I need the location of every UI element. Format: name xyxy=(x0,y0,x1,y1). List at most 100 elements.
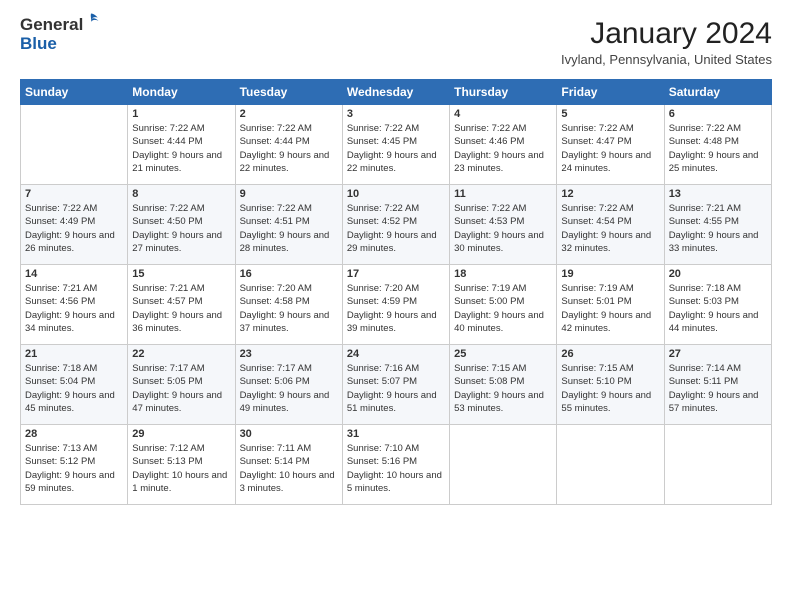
day-number: 3 xyxy=(347,108,445,120)
day-number: 14 xyxy=(25,268,123,280)
calendar-cell-w5-d1: 28Sunrise: 7:13 AMSunset: 5:12 PMDayligh… xyxy=(21,425,128,505)
day-number: 5 xyxy=(561,108,659,120)
day-number: 1 xyxy=(132,108,230,120)
day-info: Sunrise: 7:22 AMSunset: 4:44 PMDaylight:… xyxy=(132,122,230,175)
day-info: Sunrise: 7:19 AMSunset: 5:01 PMDaylight:… xyxy=(561,282,659,335)
day-info: Sunrise: 7:21 AMSunset: 4:56 PMDaylight:… xyxy=(25,282,123,335)
calendar-cell-w3-d7: 20 Sunrise: 7:18 AMSunset: 5:03 PMDayligh… xyxy=(664,265,771,345)
calendar-cell-w1-d4: 3Sunrise: 7:22 AMSunset: 4:45 PMDaylight… xyxy=(342,105,449,185)
day-info: Sunrise: 7:18 AMSunset: 5:03 PMDaylight:… xyxy=(669,282,767,335)
calendar-cell-w2-d4: 10 Sunrise: 7:22 AMSunset: 4:52 PMDayligh… xyxy=(342,185,449,265)
calendar-body: 1 Sunrise: 7:22 AMSunset: 4:44 PMDaylight… xyxy=(21,105,772,505)
calendar-cell-w1-d5: 4 Sunrise: 7:22 AMSunset: 4:46 PMDaylight… xyxy=(450,105,557,185)
day-info: Sunrise: 7:20 AMSunset: 4:59 PMDaylight:… xyxy=(347,282,445,335)
calendar-cell-w3-d6: 19 Sunrise: 7:19 AMSunset: 5:01 PMDayligh… xyxy=(557,265,664,345)
day-number: 16 xyxy=(240,268,338,280)
day-info: Sunrise: 7:16 AMSunset: 5:07 PMDaylight:… xyxy=(347,362,445,415)
day-info: Sunrise: 7:13 AMSunset: 5:12 PMDaylight:… xyxy=(25,442,123,495)
calendar-cell-w3-d3: 16 Sunrise: 7:20 AMSunset: 4:58 PMDayligh… xyxy=(235,265,342,345)
day-info: Sunrise: 7:12 AMSunset: 5:13 PMDaylight:… xyxy=(132,442,230,495)
day-info: Sunrise: 7:15 AMSunset: 5:08 PMDaylight:… xyxy=(454,362,552,415)
day-info: Sunrise: 7:22 AMSunset: 4:46 PMDaylight:… xyxy=(454,122,552,175)
day-info: Sunrise: 7:22 AMSunset: 4:48 PMDaylight:… xyxy=(669,122,767,175)
calendar-cell-w2-d2: 8 Sunrise: 7:22 AMSunset: 4:50 PMDaylight… xyxy=(128,185,235,265)
page-container: General Blue January 2024 Ivyland, Penns… xyxy=(0,0,792,515)
day-number: 9 xyxy=(240,188,338,200)
header-saturday: Saturday xyxy=(664,80,771,105)
calendar-cell-w4-d2: 22 Sunrise: 7:17 AMSunset: 5:05 PMDayligh… xyxy=(128,345,235,425)
day-info: Sunrise: 7:22 AMSunset: 4:47 PMDaylight:… xyxy=(561,122,659,175)
logo-blue: Blue xyxy=(20,34,57,53)
calendar-cell-w1-d1 xyxy=(21,105,128,185)
title-block: January 2024 Ivyland, Pennsylvania, Unit… xyxy=(561,16,772,67)
calendar-cell-w1-d3: 2Sunrise: 7:22 AMSunset: 4:44 PMDaylight… xyxy=(235,105,342,185)
header-sunday: Sunday xyxy=(21,80,128,105)
day-number: 22 xyxy=(132,348,230,360)
day-number: 20 xyxy=(669,268,767,280)
day-info: Sunrise: 7:22 AMSunset: 4:51 PMDaylight:… xyxy=(240,202,338,255)
day-info: Sunrise: 7:17 AMSunset: 5:06 PMDaylight:… xyxy=(240,362,338,415)
day-number: 25 xyxy=(454,348,552,360)
day-number: 4 xyxy=(454,108,552,120)
day-info: Sunrise: 7:22 AMSunset: 4:50 PMDaylight:… xyxy=(132,202,230,255)
month-title: January 2024 xyxy=(561,16,772,52)
calendar-cell-w3-d1: 14 Sunrise: 7:21 AMSunset: 4:56 PMDayligh… xyxy=(21,265,128,345)
day-info: Sunrise: 7:20 AMSunset: 4:58 PMDaylight:… xyxy=(240,282,338,335)
calendar-week-2: 7 Sunrise: 7:22 AMSunset: 4:49 PMDaylight… xyxy=(21,185,772,265)
calendar-cell-w2-d5: 11Sunrise: 7:22 AMSunset: 4:53 PMDayligh… xyxy=(450,185,557,265)
calendar-cell-w3-d5: 18 Sunrise: 7:19 AMSunset: 5:00 PMDayligh… xyxy=(450,265,557,345)
header-friday: Friday xyxy=(557,80,664,105)
logo-general: General xyxy=(20,16,83,33)
day-number: 21 xyxy=(25,348,123,360)
day-info: Sunrise: 7:10 AMSunset: 5:16 PMDaylight:… xyxy=(347,442,445,495)
calendar-week-1: 1 Sunrise: 7:22 AMSunset: 4:44 PMDaylight… xyxy=(21,105,772,185)
calendar-cell-w4-d7: 27Sunrise: 7:14 AMSunset: 5:11 PMDayligh… xyxy=(664,345,771,425)
header-wednesday: Wednesday xyxy=(342,80,449,105)
calendar-cell-w4-d6: 26Sunrise: 7:15 AMSunset: 5:10 PMDayligh… xyxy=(557,345,664,425)
day-info: Sunrise: 7:19 AMSunset: 5:00 PMDaylight:… xyxy=(454,282,552,335)
calendar-cell-w5-d7 xyxy=(664,425,771,505)
calendar-cell-w5-d6 xyxy=(557,425,664,505)
calendar-cell-w3-d2: 15 Sunrise: 7:21 AMSunset: 4:57 PMDayligh… xyxy=(128,265,235,345)
day-number: 30 xyxy=(240,428,338,440)
calendar-cell-w4-d1: 21Sunrise: 7:18 AMSunset: 5:04 PMDayligh… xyxy=(21,345,128,425)
calendar-week-4: 21Sunrise: 7:18 AMSunset: 5:04 PMDayligh… xyxy=(21,345,772,425)
header: General Blue January 2024 Ivyland, Penns… xyxy=(20,16,772,67)
calendar-cell-w3-d4: 17Sunrise: 7:20 AMSunset: 4:59 PMDayligh… xyxy=(342,265,449,345)
day-info: Sunrise: 7:22 AMSunset: 4:44 PMDaylight:… xyxy=(240,122,338,175)
day-info: Sunrise: 7:17 AMSunset: 5:05 PMDaylight:… xyxy=(132,362,230,415)
logo-bird-icon xyxy=(81,11,101,31)
day-number: 19 xyxy=(561,268,659,280)
calendar-table: Sunday Monday Tuesday Wednesday Thursday… xyxy=(20,79,772,505)
calendar-cell-w2-d1: 7 Sunrise: 7:22 AMSunset: 4:49 PMDaylight… xyxy=(21,185,128,265)
header-thursday: Thursday xyxy=(450,80,557,105)
day-number: 18 xyxy=(454,268,552,280)
calendar-cell-w5-d2: 29 Sunrise: 7:12 AMSunset: 5:13 PMDayligh… xyxy=(128,425,235,505)
day-info: Sunrise: 7:22 AMSunset: 4:52 PMDaylight:… xyxy=(347,202,445,255)
day-number: 7 xyxy=(25,188,123,200)
calendar-cell-w1-d7: 6 Sunrise: 7:22 AMSunset: 4:48 PMDaylight… xyxy=(664,105,771,185)
calendar-cell-w5-d4: 31 Sunrise: 7:10 AMSunset: 5:16 PMDayligh… xyxy=(342,425,449,505)
calendar-cell-w4-d3: 23Sunrise: 7:17 AMSunset: 5:06 PMDayligh… xyxy=(235,345,342,425)
day-info: Sunrise: 7:22 AMSunset: 4:54 PMDaylight:… xyxy=(561,202,659,255)
day-number: 8 xyxy=(132,188,230,200)
day-number: 15 xyxy=(132,268,230,280)
calendar-cell-w5-d3: 30Sunrise: 7:11 AMSunset: 5:14 PMDayligh… xyxy=(235,425,342,505)
day-info: Sunrise: 7:15 AMSunset: 5:10 PMDaylight:… xyxy=(561,362,659,415)
day-info: Sunrise: 7:22 AMSunset: 4:49 PMDaylight:… xyxy=(25,202,123,255)
calendar-cell-w4-d4: 24Sunrise: 7:16 AMSunset: 5:07 PMDayligh… xyxy=(342,345,449,425)
day-number: 29 xyxy=(132,428,230,440)
calendar-cell-w1-d6: 5 Sunrise: 7:22 AMSunset: 4:47 PMDaylight… xyxy=(557,105,664,185)
calendar-cell-w2-d3: 9 Sunrise: 7:22 AMSunset: 4:51 PMDaylight… xyxy=(235,185,342,265)
day-number: 31 xyxy=(347,428,445,440)
header-monday: Monday xyxy=(128,80,235,105)
logo: General Blue xyxy=(20,16,101,53)
calendar-cell-w2-d6: 12Sunrise: 7:22 AMSunset: 4:54 PMDayligh… xyxy=(557,185,664,265)
day-info: Sunrise: 7:22 AMSunset: 4:53 PMDaylight:… xyxy=(454,202,552,255)
day-number: 27 xyxy=(669,348,767,360)
day-info: Sunrise: 7:21 AMSunset: 4:57 PMDaylight:… xyxy=(132,282,230,335)
day-number: 10 xyxy=(347,188,445,200)
day-number: 6 xyxy=(669,108,767,120)
calendar-cell-w4-d5: 25 Sunrise: 7:15 AMSunset: 5:08 PMDayligh… xyxy=(450,345,557,425)
calendar-week-5: 28Sunrise: 7:13 AMSunset: 5:12 PMDayligh… xyxy=(21,425,772,505)
